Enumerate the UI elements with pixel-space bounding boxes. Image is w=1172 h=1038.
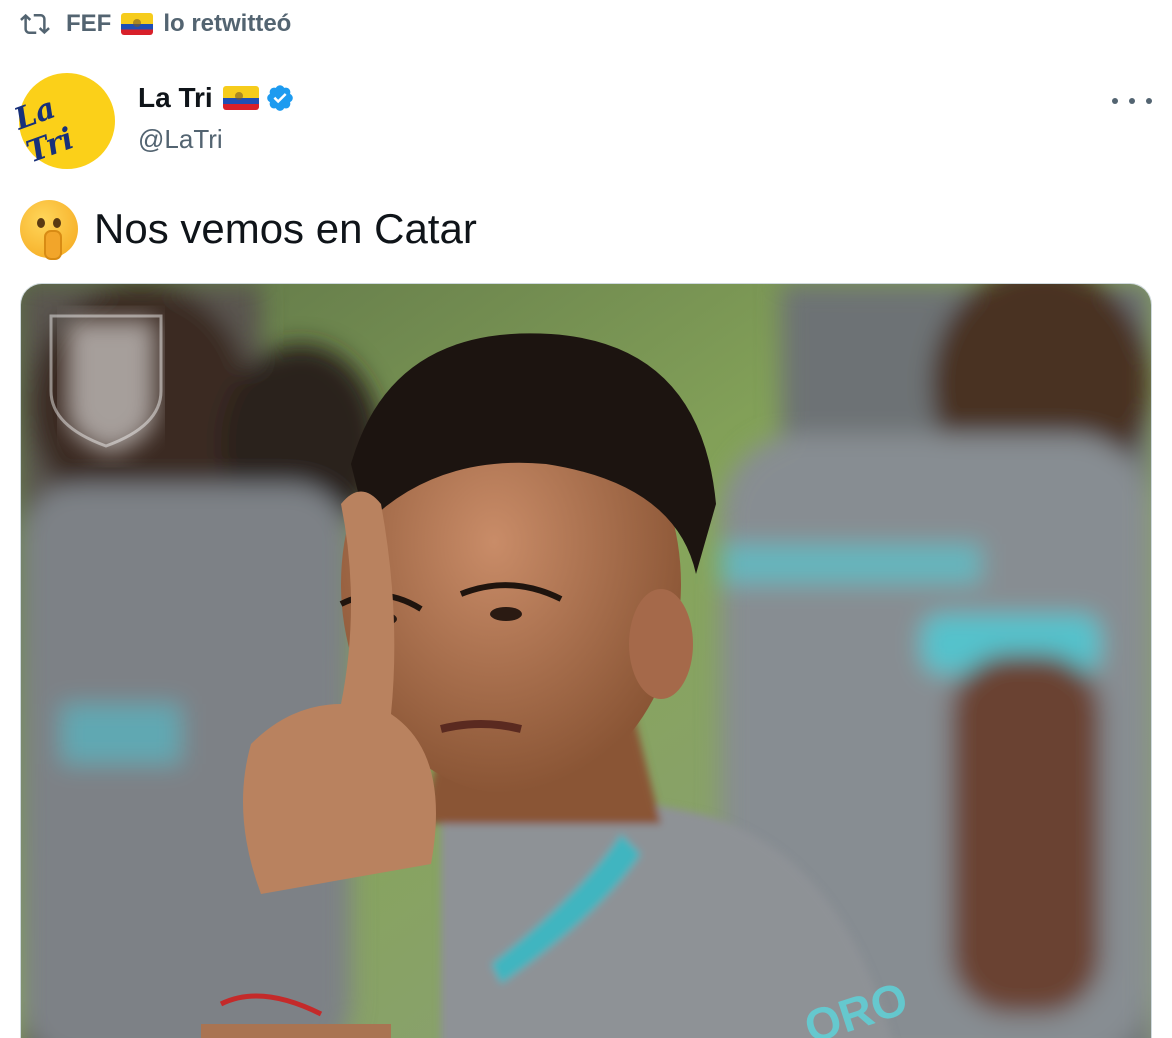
ecuador-flag-icon xyxy=(121,13,154,35)
avatar-logo-text: La Tri xyxy=(9,90,79,171)
retweet-user[interactable]: FEF xyxy=(66,10,111,38)
more-dot xyxy=(1129,98,1135,104)
tweet[interactable]: FEF lo retwitteó La Tri La Tri @LaTri No… xyxy=(0,0,1172,1038)
emoji-finger xyxy=(44,230,62,260)
ecuador-flag-icon xyxy=(222,86,259,110)
shushing-face-icon xyxy=(20,200,78,260)
retweet-icon xyxy=(20,13,50,35)
retweet-label: lo retwitteó xyxy=(163,10,292,37)
more-options-button[interactable] xyxy=(1112,88,1152,114)
more-dot xyxy=(1146,98,1152,104)
verified-badge-icon xyxy=(266,85,293,111)
emoji-eye xyxy=(37,218,45,228)
handle[interactable]: @LaTri xyxy=(138,124,223,155)
tweet-text: Nos vemos en Catar xyxy=(94,205,477,252)
more-dot xyxy=(1112,98,1118,104)
avatar[interactable]: La Tri xyxy=(10,73,115,170)
author-name-row[interactable]: La Tri xyxy=(138,82,295,114)
emoji-eye xyxy=(53,218,61,228)
display-name[interactable]: La Tri xyxy=(138,82,213,114)
photo-image: ORO xyxy=(21,284,1151,1038)
tweet-media-photo[interactable]: ORO xyxy=(20,283,1152,1038)
retweet-context[interactable]: FEF lo retwitteó xyxy=(20,9,291,39)
tweet-body: Nos vemos en Catar xyxy=(20,200,477,260)
